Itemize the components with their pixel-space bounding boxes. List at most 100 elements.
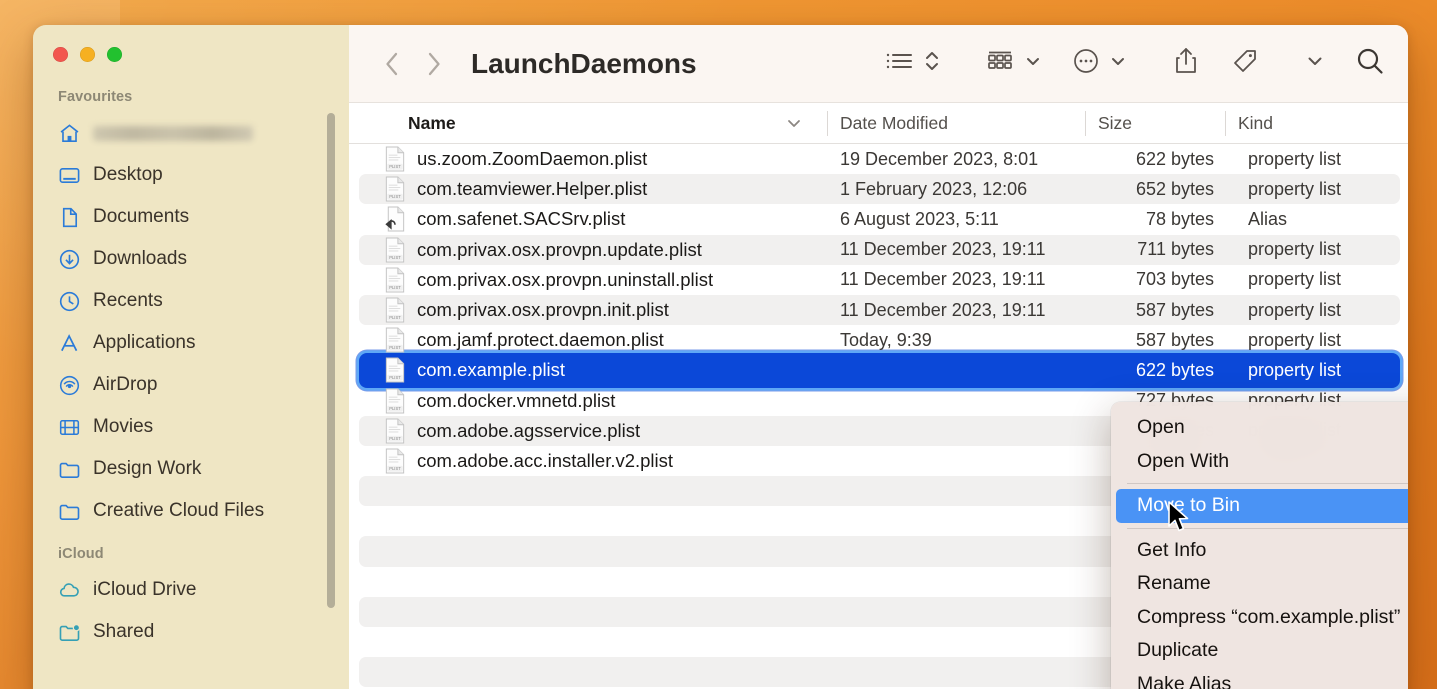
cell-kind: Alias: [1248, 208, 1288, 229]
sidebar-item-movies[interactable]: Movies: [33, 406, 349, 448]
plist-file-icon: PLIST: [385, 388, 405, 414]
alias-file-icon: [385, 206, 405, 232]
svg-text:PLIST: PLIST: [389, 285, 401, 290]
plist-file-icon: PLIST: [385, 357, 405, 383]
group-by-icon[interactable]: [986, 48, 1016, 79]
cell-date: 19 December 2023, 8:01: [840, 148, 1039, 169]
menu-item-open[interactable]: Open: [1116, 411, 1408, 445]
svg-text:PLIST: PLIST: [389, 406, 401, 411]
minimize-button[interactable]: [80, 46, 95, 62]
sidebar-scrollbar[interactable]: [327, 113, 335, 608]
cell-name: PLIST com.jamf.protect.daemon.plist: [349, 327, 828, 353]
sidebar-item-desktop[interactable]: Desktop: [33, 154, 349, 196]
sidebar-item-icloud-drive[interactable]: iCloud Drive: [33, 569, 349, 611]
search-button[interactable]: [1354, 45, 1386, 82]
menu-item-rename[interactable]: Rename: [1116, 567, 1408, 601]
sidebar-item-shared[interactable]: Shared: [33, 611, 349, 653]
menu-item-move-to-bin[interactable]: Move to Bin: [1116, 489, 1408, 523]
document-icon: [58, 206, 81, 229]
file-name-label: com.jamf.protect.daemon.plist: [417, 329, 664, 351]
action-menu-control[interactable]: [1071, 46, 1126, 81]
table-row[interactable]: PLIST com.privax.osx.provpn.init.plist 11…: [349, 294, 1408, 326]
plist-file-icon: PLIST: [385, 176, 405, 202]
menu-item-get-info[interactable]: Get Info: [1116, 534, 1408, 568]
movies-icon: [58, 416, 81, 439]
maximize-button[interactable]: [107, 46, 122, 62]
chevron-down-icon[interactable]: [786, 113, 802, 134]
sidebar: Favourites Desktop Documents Downloads R…: [33, 25, 349, 689]
sidebar-item-label: Recents: [93, 290, 163, 311]
table-row[interactable]: PLIST com.privax.osx.provpn.update.plist…: [349, 234, 1408, 265]
tag-icon[interactable]: [1230, 46, 1260, 81]
plist-file-icon: PLIST: [385, 418, 405, 444]
column-header-size[interactable]: Size: [1086, 103, 1226, 144]
sidebar-item-home-label-redacted: [93, 125, 253, 141]
column-header-name[interactable]: Name: [349, 103, 828, 144]
context-menu: Open Open With Move to Bin Get Info Rename Co…: [1111, 402, 1408, 689]
table-row[interactable]: PLIST com.example.plist 622 bytes property…: [349, 353, 1408, 388]
menu-item-make-alias[interactable]: Make Alias: [1116, 668, 1408, 689]
sidebar-item-applications[interactable]: Applications: [33, 322, 349, 364]
table-row[interactable]: PLIST us.zoom.ZoomDaemon.plist 19 Decembe…: [349, 144, 1408, 174]
cell-size: 587 bytes: [1135, 329, 1214, 350]
cell-name: PLIST us.zoom.ZoomDaemon.plist: [349, 146, 828, 172]
download-icon: [58, 248, 81, 271]
table-row[interactable]: com.safenet.SACSrv.plist 6 August 2023, 5…: [349, 204, 1408, 234]
svg-text:PLIST: PLIST: [389, 315, 401, 320]
svg-text:PLIST: PLIST: [389, 194, 401, 199]
column-header-date-modified[interactable]: Date Modified: [828, 103, 1086, 144]
menu-item-label: Open: [1137, 416, 1185, 439]
sidebar-section-icloud: iCloud: [58, 546, 104, 562]
plist-file-icon: PLIST: [385, 327, 405, 353]
tag-button[interactable]: [1230, 46, 1260, 81]
menu-item-open-with[interactable]: Open With: [1116, 445, 1408, 479]
cell-name: PLIST com.privax.osx.provpn.update.plist: [349, 237, 828, 263]
cell-date: 6 August 2023, 5:11: [840, 208, 999, 229]
chevron-down-icon[interactable]: [1025, 54, 1041, 73]
group-by-control[interactable]: [986, 48, 1041, 79]
sidebar-item-downloads[interactable]: Downloads: [33, 238, 349, 280]
cell-name: PLIST com.privax.osx.provpn.uninstall.pl…: [349, 267, 828, 293]
table-row[interactable]: PLIST com.privax.osx.provpn.uninstall.pl…: [349, 265, 1408, 295]
chevron-down-icon[interactable]: [1110, 54, 1126, 73]
window-controls[interactable]: [33, 25, 349, 83]
cell-date: 11 December 2023, 19:11: [840, 269, 1046, 290]
shared-folder-icon: [58, 621, 81, 644]
list-view-icon[interactable]: [885, 48, 915, 79]
menu-item-label: Rename: [1137, 572, 1211, 595]
back-button[interactable]: [371, 49, 413, 79]
desktop-icon: [58, 164, 81, 187]
file-name-label: us.zoom.ZoomDaemon.plist: [417, 148, 648, 170]
view-mode-control[interactable]: [885, 48, 940, 79]
plist-file-icon: PLIST: [385, 267, 405, 293]
sidebar-item-label: Design Work: [93, 458, 202, 479]
plist-file-icon: PLIST: [385, 146, 405, 172]
column-header-kind[interactable]: Kind: [1226, 103, 1408, 144]
sidebar-item-home[interactable]: [33, 112, 349, 154]
applications-icon: [58, 332, 81, 355]
column-headers: Name Date Modified Size Kind: [349, 103, 1408, 144]
menu-item-compress-com-example-plist[interactable]: Compress “com.example.plist”: [1116, 601, 1408, 635]
sidebar-item-documents[interactable]: Documents: [33, 196, 349, 238]
chevron-up-down-icon[interactable]: [924, 48, 940, 79]
file-name-label: com.docker.vmnetd.plist: [417, 389, 616, 411]
share-button[interactable]: [1172, 45, 1200, 82]
cell-name: com.safenet.SACSrv.plist: [349, 206, 828, 232]
table-row[interactable]: PLIST com.jamf.protect.daemon.plist Today…: [349, 325, 1408, 355]
sidebar-item-design-work[interactable]: Design Work: [33, 448, 349, 490]
toolbar-overflow-button[interactable]: [1306, 53, 1324, 74]
chevron-down-icon[interactable]: [1306, 53, 1324, 74]
sidebar-item-creative-cloud-files[interactable]: Creative Cloud Files: [33, 490, 349, 532]
table-row[interactable]: PLIST com.teamviewer.Helper.plist 1 Febru…: [349, 174, 1408, 205]
sidebar-item-recents[interactable]: Recents: [33, 280, 349, 322]
sidebar-item-label: AirDrop: [93, 374, 158, 395]
search-icon[interactable]: [1354, 45, 1386, 82]
share-icon[interactable]: [1172, 45, 1200, 82]
more-ellipsis-icon[interactable]: [1071, 46, 1101, 81]
page-title: LaunchDaemons: [471, 47, 697, 79]
forward-button[interactable]: [413, 49, 455, 79]
cell-kind: property list: [1248, 329, 1342, 350]
sidebar-item-airdrop[interactable]: AirDrop: [33, 364, 349, 406]
menu-item-duplicate[interactable]: Duplicate: [1116, 634, 1408, 668]
close-button[interactable]: [53, 46, 68, 62]
